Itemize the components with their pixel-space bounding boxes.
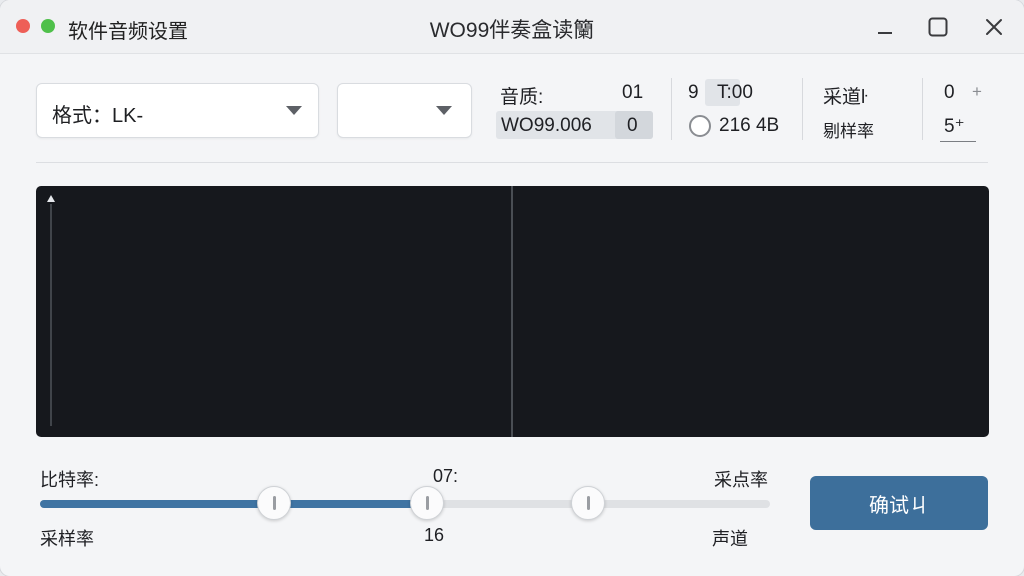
- waveform-view[interactable]: [36, 186, 989, 437]
- chevron-down-icon: [286, 106, 302, 115]
- rate-num-b: T:00: [717, 82, 753, 103]
- divider: [922, 78, 923, 140]
- maximize-icon: [928, 17, 948, 37]
- sample-rate-value: 5⁺: [944, 116, 965, 137]
- channel-increment-button[interactable]: +: [972, 82, 982, 102]
- minimize-icon: [878, 32, 892, 34]
- close-icon: [986, 19, 1002, 35]
- channel-label: 采道ŀ: [823, 87, 868, 108]
- quality-label: 音质:: [500, 87, 544, 108]
- minimize-button[interactable]: [870, 12, 900, 42]
- section-divider: [36, 162, 988, 163]
- sample-rate-slider-label: 采样率: [40, 529, 94, 549]
- waveform-canvas: [36, 186, 989, 437]
- quality-slider-track[interactable]: [40, 500, 770, 508]
- slider-mid-label: 07:: [433, 466, 459, 486]
- quality-field-text: WO99.006: [501, 115, 592, 136]
- slider-value-label: 16: [424, 525, 445, 545]
- settings-window: 软件音频设置 WO99伴奏盒读籣 格式：LK- 音质: 01 WO99.006 …: [0, 0, 1024, 576]
- sample-rate-label: 剔样率: [823, 122, 874, 141]
- maximize-button[interactable]: [923, 12, 953, 42]
- bitrate-label: 比特率:: [40, 470, 100, 490]
- slider-handle-mid[interactable]: [409, 486, 444, 520]
- title-bar: 软件音频设置 WO99伴奏盒读籣: [0, 0, 1024, 54]
- divider: [802, 78, 803, 140]
- confirm-button[interactable]: 确试ㄐ: [810, 476, 988, 530]
- divider: [671, 78, 672, 140]
- rate-num-a: 9: [688, 82, 699, 103]
- sample-point-label: 采点率: [714, 470, 768, 490]
- secondary-select[interactable]: [337, 83, 472, 138]
- quality-field-value: 0: [627, 115, 638, 136]
- slider-handle-left[interactable]: [256, 486, 291, 520]
- bit-depth-text: 216 4B: [719, 115, 780, 136]
- channel-value: 0: [944, 82, 955, 103]
- close-button[interactable]: [979, 12, 1009, 42]
- sample-rate-underline: [940, 141, 976, 142]
- quality-value: 01: [622, 82, 644, 103]
- format-select[interactable]: 格式：LK-: [36, 83, 319, 138]
- channel-slider-label: 声道: [712, 529, 748, 549]
- playhead-start-icon: [47, 195, 55, 202]
- chevron-down-icon: [436, 106, 452, 115]
- quality-slider-fill: [40, 500, 427, 508]
- bit-depth-radio[interactable]: [689, 115, 711, 137]
- slider-handle-right[interactable]: [570, 486, 605, 520]
- format-select-value: 格式：LK-: [52, 105, 144, 127]
